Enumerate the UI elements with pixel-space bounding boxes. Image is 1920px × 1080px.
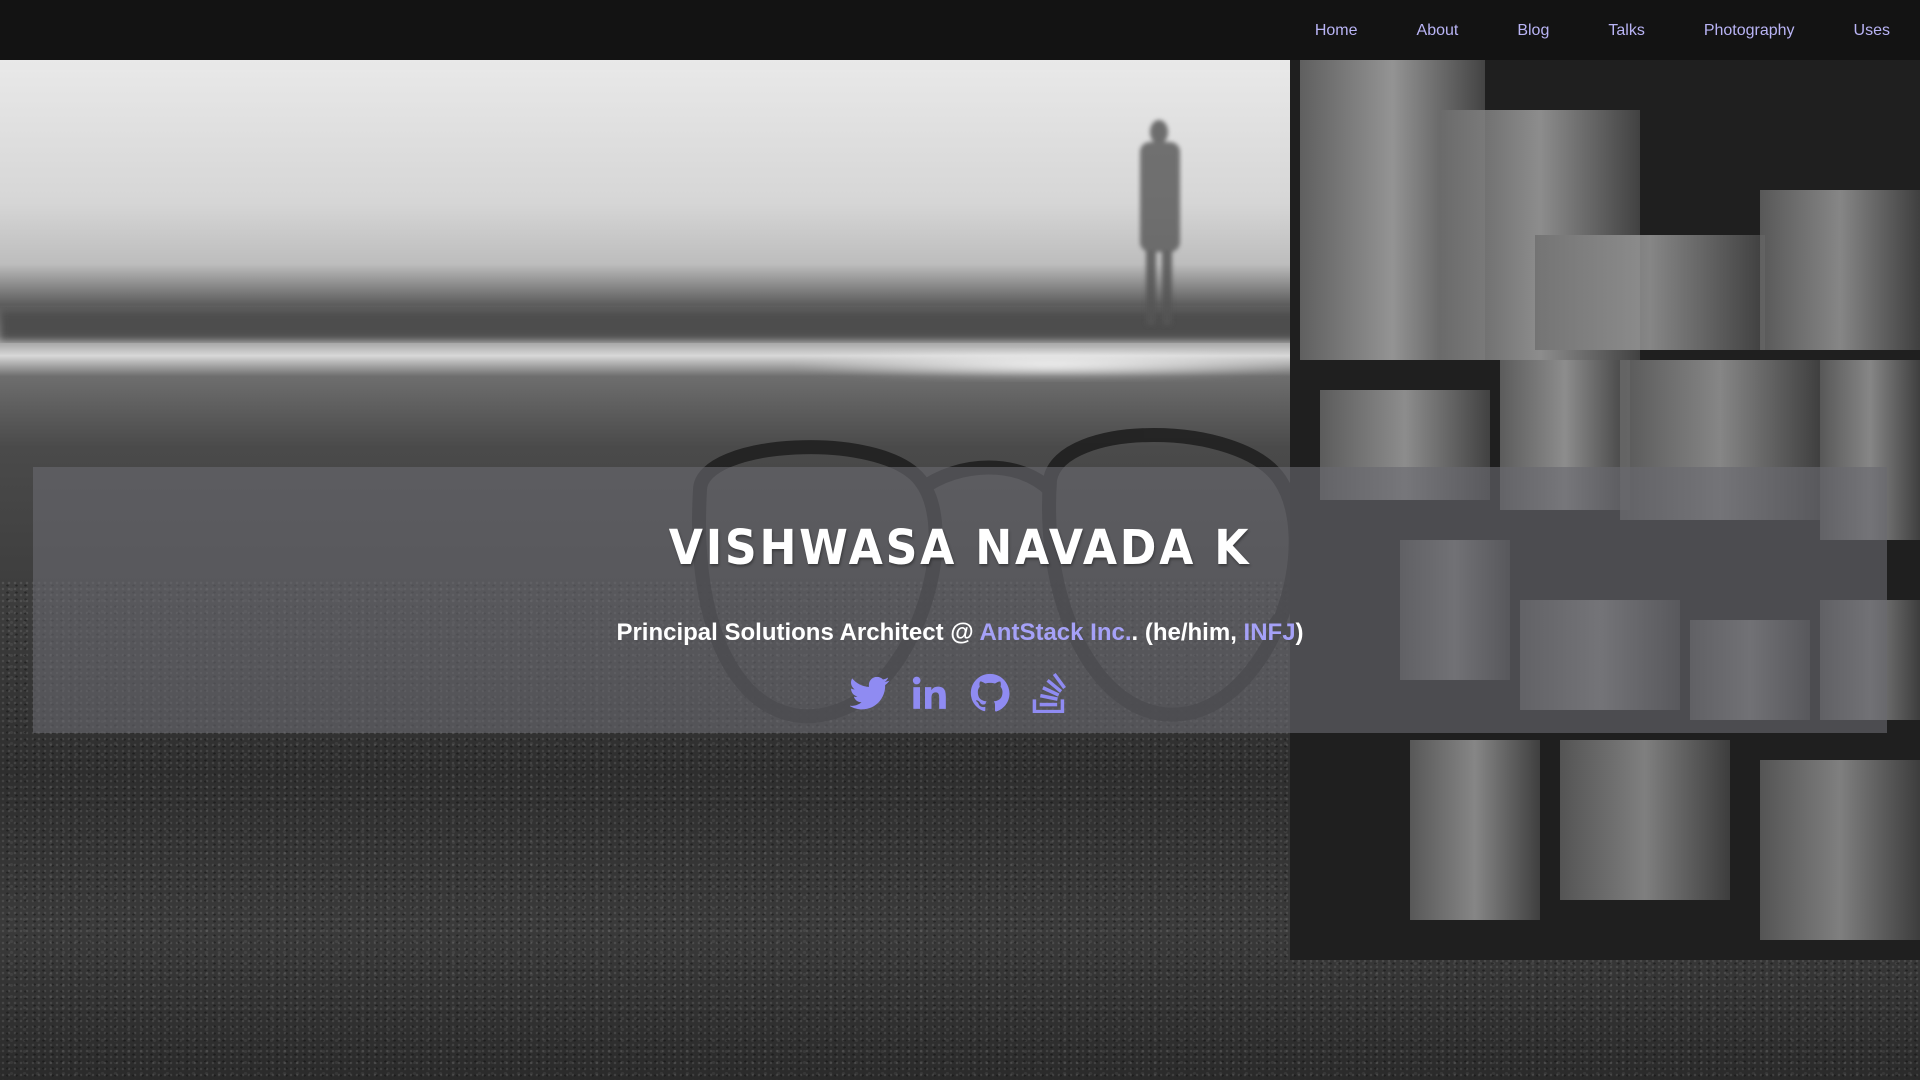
linkedin-icon	[912, 676, 946, 709]
stackoverflow-icon	[1032, 673, 1066, 713]
nav-menu: Home About Blog Talks Photography Uses	[1315, 0, 1890, 60]
intro-panel: VISHWASA NAVADA K Principal Solutions Ar…	[33, 467, 1887, 733]
github-icon	[970, 673, 1010, 712]
company-link[interactable]: AntStack Inc.	[979, 619, 1131, 646]
nav-link-blog[interactable]: Blog	[1517, 22, 1549, 39]
twitter-link[interactable]	[848, 671, 892, 715]
twitter-icon	[850, 676, 890, 710]
tagline-close: )	[1295, 619, 1304, 646]
nav-item-photography: Photography	[1645, 20, 1795, 40]
github-link[interactable]	[968, 671, 1012, 715]
personality-link[interactable]: INFJ	[1244, 619, 1296, 646]
nav-item-talks: Talks	[1549, 20, 1644, 40]
nav-item-home: Home	[1315, 20, 1358, 40]
tagline-pronouns: . (he/him,	[1131, 619, 1244, 646]
stackoverflow-link[interactable]	[1028, 671, 1072, 715]
nav-item-blog: Blog	[1458, 20, 1549, 40]
site-title: VISHWASA NAVADA K	[668, 520, 1252, 576]
page: Home About Blog Talks Photography Uses V…	[0, 0, 1920, 1080]
wave-band	[0, 310, 1300, 340]
nav-item-uses: Uses	[1795, 20, 1890, 40]
tagline-role: Principal Solutions Architect @	[616, 619, 980, 646]
social-links	[33, 671, 1887, 715]
nav-item-about: About	[1358, 20, 1459, 40]
water-reflection	[790, 351, 1310, 379]
person-silhouette	[1140, 120, 1180, 325]
nav-link-about[interactable]: About	[1417, 22, 1459, 39]
tagline: Principal Solutions Architect @ AntStack…	[33, 619, 1887, 647]
nav-link-photography[interactable]: Photography	[1704, 22, 1795, 39]
linkedin-link[interactable]	[908, 671, 952, 715]
nav-link-uses[interactable]: Uses	[1854, 22, 1890, 39]
nav-link-home[interactable]: Home	[1315, 22, 1358, 39]
top-navbar: Home About Blog Talks Photography Uses	[0, 0, 1920, 60]
nav-link-talks[interactable]: Talks	[1608, 22, 1644, 39]
